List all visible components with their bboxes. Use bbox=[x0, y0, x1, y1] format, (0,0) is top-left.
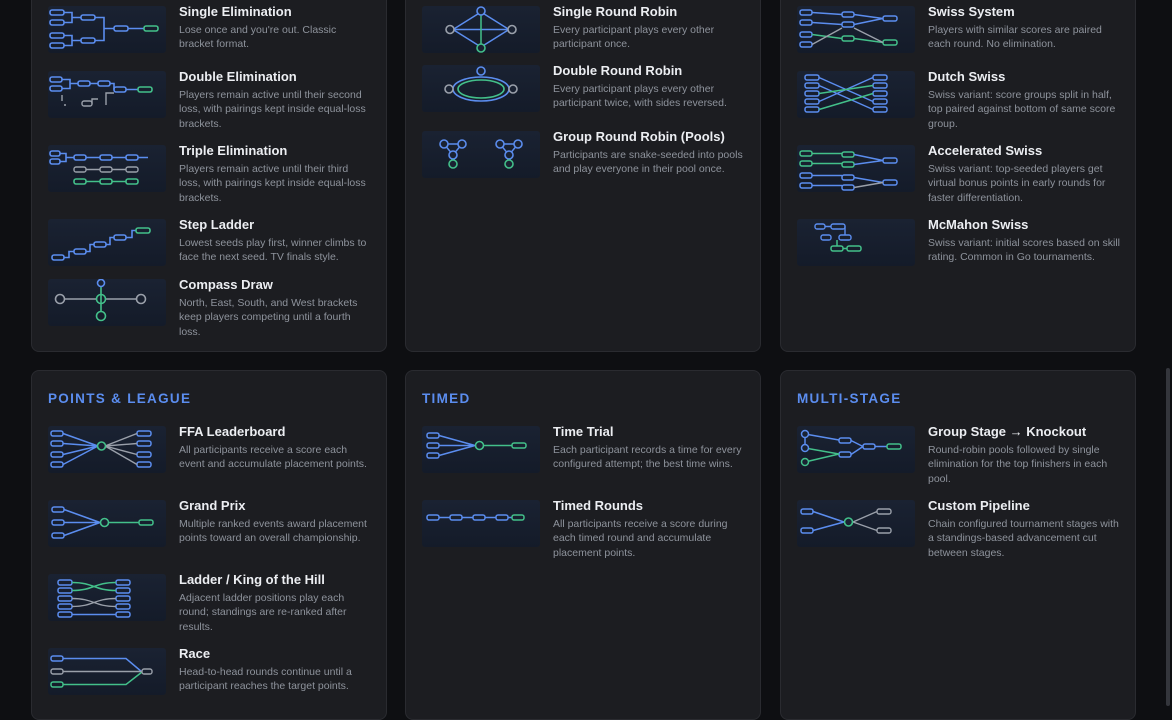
format-name: Double Round Robin bbox=[553, 63, 683, 78]
format-description: Swiss variant: score groups split in hal… bbox=[928, 89, 1116, 130]
custom-pipeline-diagram bbox=[797, 500, 915, 547]
ladder-diagram bbox=[48, 574, 166, 621]
format-description: Each participant records a time for ever… bbox=[553, 444, 742, 471]
format-description: Lose once and you're out. Classic bracke… bbox=[179, 24, 337, 51]
format-description: Every participant plays every other part… bbox=[553, 83, 727, 110]
format-name: Double Elimination bbox=[179, 69, 297, 84]
format-name: Race bbox=[179, 646, 211, 661]
format-name: Ladder / King of the Hill bbox=[179, 572, 325, 587]
single-elimination-diagram bbox=[48, 6, 166, 53]
format-description: Round-robin pools followed by single eli… bbox=[928, 444, 1108, 485]
triple-elimination-diagram bbox=[48, 145, 166, 192]
format-name: Single Elimination bbox=[179, 4, 292, 19]
format-description: Multiple ranked events award placement p… bbox=[179, 518, 367, 545]
format-name: Time Trial bbox=[553, 424, 614, 439]
time-trial-diagram bbox=[422, 426, 540, 473]
format-name: Compass Draw bbox=[179, 277, 273, 292]
format-description: Participants are snake-seeded into pools… bbox=[553, 149, 743, 176]
accelerated-swiss-diagram bbox=[797, 145, 915, 192]
format-name: Accelerated Swiss bbox=[928, 143, 1043, 158]
format-name: Step Ladder bbox=[179, 217, 255, 232]
group-stage-knockout-diagram bbox=[797, 426, 915, 473]
step-ladder-diagram bbox=[48, 219, 166, 266]
timed-rounds-diagram bbox=[422, 500, 540, 547]
format-name: Group Stage → Knockout bbox=[928, 424, 1087, 439]
format-description: All participants receive a score each ev… bbox=[179, 444, 367, 471]
format-description: Players remain active until their second… bbox=[179, 89, 366, 130]
format-name: Dutch Swiss bbox=[928, 69, 1006, 84]
format-description: Swiss variant: top-seeded players get vi… bbox=[928, 163, 1106, 204]
format-name: Grand Prix bbox=[179, 498, 246, 513]
format-description: North, East, South, and West brackets ke… bbox=[179, 297, 358, 338]
format-name: Single Round Robin bbox=[553, 4, 678, 19]
format-description: Lowest seeds play first, winner climbs t… bbox=[179, 237, 367, 264]
round-robin-card: Single Round Robin Every participant pla… bbox=[405, 0, 761, 352]
single-round-robin-diagram bbox=[422, 6, 540, 53]
format-name: FFA Leaderboard bbox=[179, 424, 286, 439]
race-diagram bbox=[48, 648, 166, 695]
format-name: McMahon Swiss bbox=[928, 217, 1029, 232]
format-name: Timed Rounds bbox=[553, 498, 644, 513]
points-league-card: POINTS & LEAGUE FFA Leaderboard All part… bbox=[31, 370, 387, 720]
double-round-robin-diagram bbox=[422, 65, 540, 112]
swiss-system-diagram bbox=[797, 6, 915, 53]
elimination-card: Single Elimination Lose once and you're … bbox=[31, 0, 387, 352]
scrollbar-thumb[interactable] bbox=[1166, 368, 1170, 706]
group-round-robin-diagram bbox=[422, 131, 540, 178]
section-title: POINTS & LEAGUE bbox=[48, 391, 192, 406]
format-description: All participants receive a score during … bbox=[553, 518, 728, 559]
format-description: Players remain active until their third … bbox=[179, 163, 366, 204]
format-name: Triple Elimination bbox=[179, 143, 288, 158]
swiss-card: Swiss System Players with similar scores… bbox=[780, 0, 1136, 352]
dutch-swiss-diagram bbox=[797, 71, 915, 118]
format-description: Every participant plays every other part… bbox=[553, 24, 715, 51]
compass-draw-diagram bbox=[48, 279, 166, 326]
format-description: Players with similar scores are paired e… bbox=[928, 24, 1102, 51]
multi-stage-card: MULTI-STAGE Group Stage → Knockout Round… bbox=[780, 370, 1136, 720]
section-title: MULTI-STAGE bbox=[797, 391, 902, 406]
section-title: TIMED bbox=[422, 391, 471, 406]
format-name: Group Round Robin (Pools) bbox=[553, 129, 725, 144]
double-elimination-diagram bbox=[48, 71, 166, 118]
timed-card: TIMED Time Trial Each participant record… bbox=[405, 370, 761, 720]
mcmahon-swiss-diagram bbox=[797, 219, 915, 266]
format-description: Adjacent ladder positions play each roun… bbox=[179, 592, 347, 633]
ffa-leaderboard-diagram bbox=[48, 426, 166, 473]
format-name: Custom Pipeline bbox=[928, 498, 1030, 513]
format-name: Swiss System bbox=[928, 4, 1015, 19]
grand-prix-diagram bbox=[48, 500, 166, 547]
format-description: Head-to-head rounds continue until a par… bbox=[179, 666, 352, 693]
format-description: Swiss variant: initial scores based on s… bbox=[928, 237, 1120, 264]
format-description: Chain configured tournament stages with … bbox=[928, 518, 1119, 559]
